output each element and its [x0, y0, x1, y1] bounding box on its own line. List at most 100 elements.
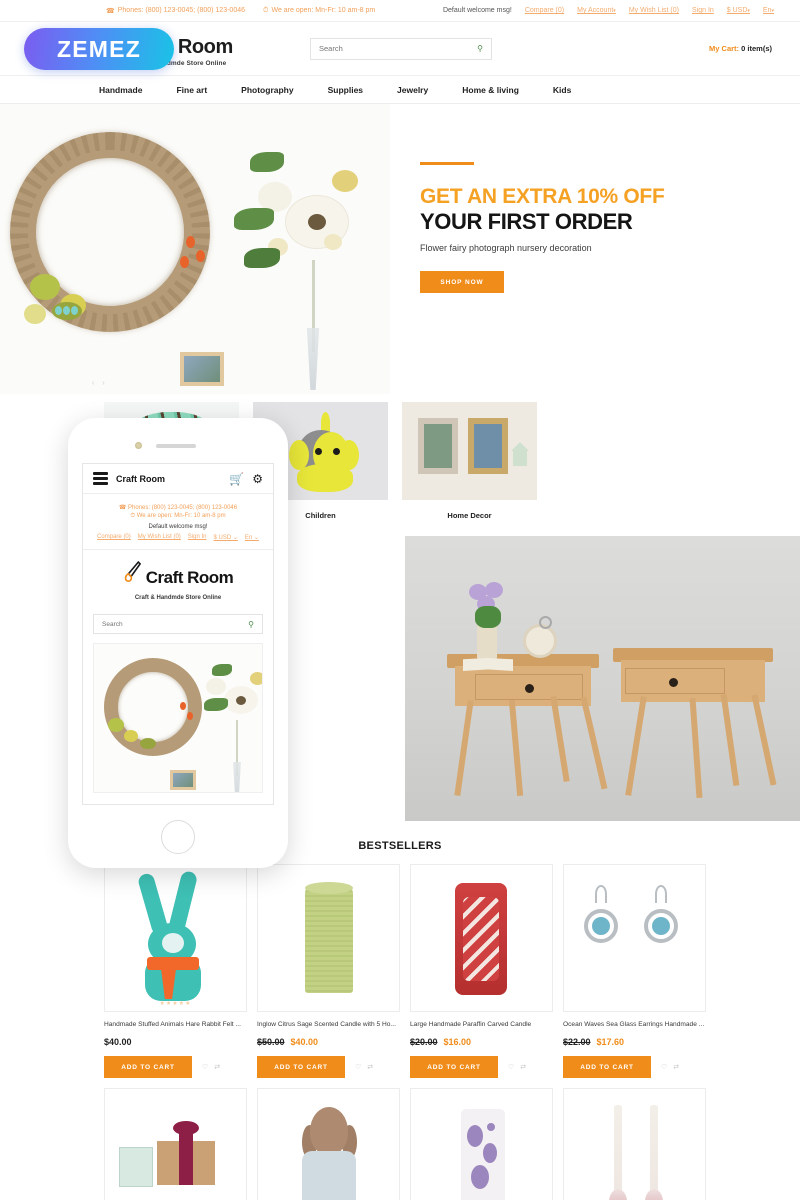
product-card[interactable] — [257, 1088, 400, 1200]
picture-frame — [180, 352, 224, 386]
mobile-screen: Craft Room 🛒 ⚙ ☎ Phones: (800) 123-0045;… — [82, 463, 274, 805]
hero-image-wreath-flowers: ‹ › — [0, 104, 390, 394]
mobile-link-sign-in[interactable]: Sign In — [188, 534, 207, 541]
mobile-language-select[interactable]: En ⌄ — [245, 534, 259, 541]
product-name[interactable]: Handmade Stuffed Animals Hare Rabbit Fel… — [104, 1021, 247, 1030]
product-image-taper-candles[interactable] — [563, 1088, 706, 1200]
wishlist-icon[interactable]: ♡ — [661, 1063, 667, 1071]
main-navigation: Handmade Fine art Photography Supplies J… — [0, 76, 800, 104]
mobile-logo-text: Craft Room — [145, 568, 234, 587]
nav-item-home-living[interactable]: Home & living — [445, 85, 536, 95]
cart-icon[interactable]: 🛒 — [229, 472, 244, 486]
home-button[interactable] — [161, 820, 195, 854]
add-to-cart-button[interactable]: ADD TO CART — [410, 1056, 498, 1078]
category-label: Home Decor — [447, 511, 492, 520]
product-card[interactable]: Large Handmade Paraffin Carved Candle $2… — [410, 864, 553, 1078]
sea-glass-earrings-illustration — [564, 865, 705, 1011]
leaves — [475, 606, 501, 628]
wishlist-icon[interactable]: ♡ — [355, 1063, 361, 1071]
mobile-search-bar[interactable]: ⚲ — [93, 614, 263, 634]
product-name[interactable]: Large Handmade Paraffin Carved Candle — [410, 1021, 553, 1030]
nav-item-photography[interactable]: Photography — [224, 85, 310, 95]
product-actions: ADD TO CART ♡ ⇄ — [104, 1056, 247, 1078]
add-to-cart-button[interactable]: ADD TO CART — [563, 1056, 651, 1078]
cart-summary[interactable]: My Cart: 0 item(s) — [709, 44, 772, 53]
add-to-cart-button[interactable]: ADD TO CART — [257, 1056, 345, 1078]
product-image-carved-candle[interactable] — [410, 864, 553, 1012]
nav-item-handmade[interactable]: Handmade — [82, 85, 159, 95]
product-price: $22.00 $17.60 — [563, 1037, 706, 1047]
topbar-language-select[interactable]: En▾ — [763, 7, 774, 14]
product-image-earrings[interactable] — [563, 864, 706, 1012]
nav-item-supplies[interactable]: Supplies — [311, 85, 380, 95]
topbar-currency-select[interactable]: $ USD▾ — [727, 7, 750, 14]
product-image-green-candle[interactable] — [257, 864, 400, 1012]
compare-icon[interactable]: ⇄ — [214, 1063, 220, 1071]
mobile-logo[interactable]: Craft Room Craft & Handmde Store Online — [83, 550, 273, 605]
carved-candle-illustration — [411, 865, 552, 1011]
wishlist-icon[interactable]: ♡ — [202, 1063, 208, 1071]
mobile-search-input[interactable] — [102, 620, 249, 628]
product-name[interactable]: Inglow Citrus Sage Scented Candle with 5… — [257, 1021, 400, 1030]
flower-bouquet — [228, 142, 378, 390]
bedside-table-right — [613, 648, 773, 702]
product-actions: ADD TO CART ♡ ⇄ — [563, 1056, 706, 1078]
leaf — [250, 152, 284, 172]
topbar-link-my-account[interactable]: My Account▾ — [577, 7, 616, 14]
hero-accent-rule — [420, 162, 474, 165]
topbar-link-compare[interactable]: Compare (0) — [525, 7, 564, 14]
price-regular: $40.00 — [104, 1037, 132, 1047]
phone-icon: ☎ — [118, 504, 127, 511]
page-root: ☎ Phones: (800) 123-0045; (800) 123-0046… — [0, 0, 800, 1200]
chevron-down-icon: ▾ — [613, 8, 616, 14]
product-card[interactable]: ★★★★★ Handmade Stuffed Animals Hare Rabb… — [104, 864, 247, 1078]
chevron-right-icon[interactable]: › — [102, 380, 104, 387]
promo-banner-furniture[interactable] — [405, 536, 800, 821]
nav-item-jewelry[interactable]: Jewelry — [380, 85, 445, 95]
topbar-link-sign-in[interactable]: Sign In — [692, 7, 714, 14]
flower-bouquet — [204, 662, 262, 792]
flower-vase — [477, 624, 497, 660]
stuffed-rabbit-illustration — [105, 865, 246, 1011]
mobile-currency-select[interactable]: $ USD ⌄ — [213, 534, 237, 541]
search-input[interactable] — [319, 44, 478, 53]
add-to-cart-button[interactable]: ADD TO CART — [104, 1056, 192, 1078]
product-card[interactable] — [410, 1088, 553, 1200]
compare-icon[interactable]: ⇄ — [673, 1063, 679, 1071]
topbar-link-wishlist[interactable]: My Wish List (0) — [629, 7, 679, 14]
slider-arrows[interactable]: ‹ › — [92, 380, 105, 387]
nav-item-fine-art[interactable]: Fine art — [159, 85, 224, 95]
compare-icon[interactable]: ⇄ — [520, 1063, 526, 1071]
search-icon[interactable]: ⚲ — [477, 44, 483, 53]
gear-icon[interactable]: ⚙ — [252, 472, 263, 486]
wreath-decoration — [10, 132, 210, 332]
search-icon[interactable]: ⚲ — [248, 620, 254, 629]
category-tile-home-decor[interactable]: Home Decor — [402, 402, 537, 520]
berry — [186, 236, 195, 248]
product-card[interactable]: Inglow Citrus Sage Scented Candle with 5… — [257, 864, 400, 1078]
hamburger-menu-icon[interactable] — [93, 470, 108, 487]
compare-icon[interactable]: ⇄ — [367, 1063, 373, 1071]
mobile-welcome-message: Default welcome msg! — [148, 524, 208, 530]
product-image-painted-candle[interactable] — [410, 1088, 553, 1200]
shop-now-button[interactable]: SHOP NOW — [420, 271, 504, 294]
product-name[interactable]: Ocean Waves Sea Glass Earrings Handmade … — [563, 1021, 706, 1030]
product-card[interactable]: Ocean Waves Sea Glass Earrings Handmade … — [563, 864, 706, 1078]
product-image-bunny-doll[interactable] — [257, 1088, 400, 1200]
mobile-link-wishlist[interactable]: My Wish List (0) — [138, 534, 181, 541]
phones-label: Phones: (800) 123-0045; (800) 123-0046 — [117, 7, 245, 14]
wishlist-icon[interactable]: ♡ — [508, 1063, 514, 1071]
berry — [196, 250, 205, 262]
bunny-doll-illustration — [258, 1089, 399, 1200]
nav-item-kids[interactable]: Kids — [536, 85, 588, 95]
product-card[interactable] — [104, 1088, 247, 1200]
mobile-link-compare[interactable]: Compare (0) — [97, 534, 131, 541]
chevron-left-icon[interactable]: ‹ — [92, 380, 94, 387]
mobile-hero-image — [93, 643, 263, 793]
category-image-home-decor — [402, 402, 537, 500]
product-image-rabbit[interactable]: ★★★★★ — [104, 864, 247, 1012]
product-image-gift-set[interactable] — [104, 1088, 247, 1200]
search-bar[interactable]: ⚲ — [310, 37, 492, 60]
product-card[interactable] — [563, 1088, 706, 1200]
product-price: $50.00 $40.00 — [257, 1037, 400, 1047]
